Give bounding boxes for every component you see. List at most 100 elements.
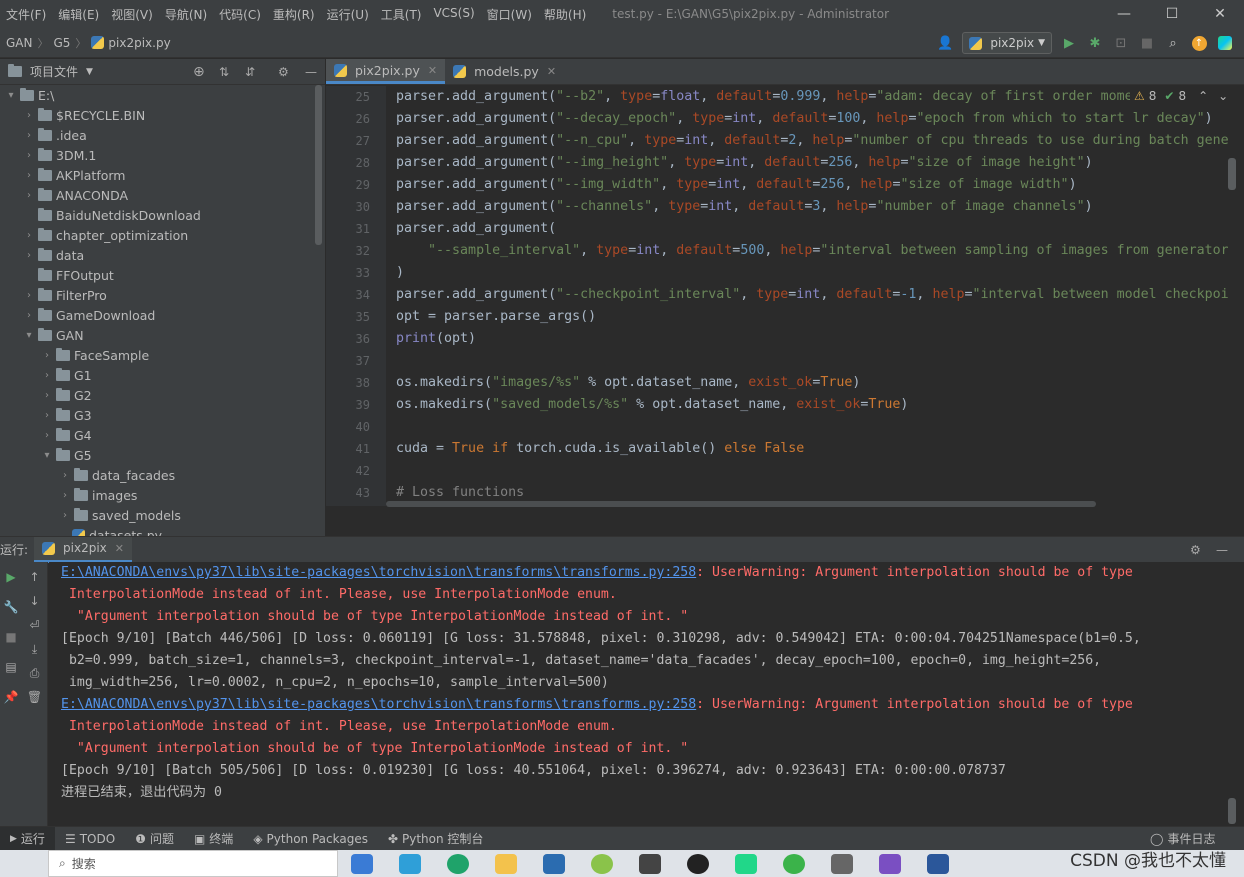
tree-item[interactable]: › G2 bbox=[0, 385, 325, 405]
run-console-output[interactable]: E:\ANACONDA\envs\py37\lib\site-packages\… bbox=[49, 562, 1229, 826]
chevron-down-icon[interactable]: ▾ bbox=[22, 330, 36, 341]
tab-pix2pix[interactable]: pix2pix.py ✕ bbox=[326, 59, 446, 84]
breadcrumb-g5[interactable]: G5 bbox=[53, 36, 70, 50]
code-editor[interactable]: parser.add_argument("--b2", type=float, … bbox=[386, 86, 1228, 506]
hide-icon[interactable]: — bbox=[1216, 543, 1228, 557]
app-icon[interactable] bbox=[639, 853, 661, 874]
rerun-icon[interactable]: ▶ bbox=[0, 562, 22, 592]
menu-item[interactable]: 导航(N) bbox=[159, 6, 213, 23]
tree-item[interactable]: ▾ G5 bbox=[0, 445, 325, 465]
chevron-down-icon[interactable]: ▾ bbox=[4, 90, 18, 101]
chevron-right-icon[interactable]: › bbox=[22, 230, 36, 241]
code-line[interactable]: ) bbox=[396, 262, 1228, 284]
code-line[interactable]: cuda = True if torch.cuda.is_available()… bbox=[396, 438, 1228, 460]
tree-item[interactable]: › AKPlatform bbox=[0, 165, 325, 185]
menu-item[interactable]: 编辑(E) bbox=[52, 6, 105, 23]
tree-item[interactable]: › data bbox=[0, 245, 325, 265]
chevron-right-icon[interactable]: › bbox=[22, 170, 36, 181]
coverage-icon[interactable]: ⊡ bbox=[1112, 34, 1130, 52]
app-icon[interactable] bbox=[831, 853, 853, 874]
run-configuration-select[interactable]: pix2pix ▼ bbox=[962, 32, 1052, 54]
tree-item[interactable]: › FilterPro bbox=[0, 285, 325, 305]
expand-all-icon[interactable]: ⇅ bbox=[219, 65, 229, 79]
minimize-button[interactable]: — bbox=[1100, 0, 1148, 28]
scroll-to-end-icon[interactable]: ⤓ bbox=[26, 640, 44, 658]
chevron-right-icon[interactable]: › bbox=[40, 370, 54, 381]
menu-item[interactable]: 运行(U) bbox=[321, 6, 375, 23]
arrow-down-icon[interactable]: ↓ bbox=[26, 592, 44, 610]
code-line[interactable]: parser.add_argument("--channels", type=i… bbox=[396, 196, 1228, 218]
edge-icon[interactable] bbox=[447, 853, 469, 874]
inspection-widget[interactable]: ⚠ 8 ✔ 8 ⌃ ⌄ bbox=[1130, 89, 1233, 103]
chevron-right-icon[interactable]: › bbox=[22, 310, 36, 321]
tree-item[interactable]: › GameDownload bbox=[0, 305, 325, 325]
code-line[interactable]: parser.add_argument("--img_width", type=… bbox=[396, 174, 1228, 196]
console-scrollbar[interactable] bbox=[1228, 798, 1236, 824]
chevron-down-icon[interactable]: ⌄ bbox=[1218, 89, 1228, 103]
tree-item[interactable]: › .idea bbox=[0, 125, 325, 145]
trash-icon[interactable]: 🗑 bbox=[26, 688, 44, 706]
tree-item[interactable]: › saved_models bbox=[0, 505, 325, 525]
collapse-all-icon[interactable]: ⇵ bbox=[245, 65, 255, 79]
code-line[interactable] bbox=[396, 460, 1228, 482]
project-panel-title[interactable]: 项目文件 bbox=[30, 63, 78, 80]
code-line[interactable]: os.makedirs("saved_models/%s" % opt.data… bbox=[396, 394, 1228, 416]
word-icon[interactable] bbox=[927, 853, 949, 874]
user-icon[interactable]: 👤 bbox=[936, 34, 954, 52]
run-tab-pix2pix[interactable]: pix2pix ✕ bbox=[34, 536, 133, 563]
chevron-right-icon[interactable]: › bbox=[22, 110, 36, 121]
arrow-up-icon[interactable]: ↑ bbox=[26, 568, 44, 586]
tree-item[interactable]: ▾ GAN bbox=[0, 325, 325, 345]
code-line[interactable]: opt = parser.parse_args() bbox=[396, 306, 1228, 328]
locate-icon[interactable]: ⊕ bbox=[193, 64, 205, 80]
code-line[interactable]: "--sample_interval", type=int, default=5… bbox=[396, 240, 1228, 262]
tree-item[interactable]: › FaceSample bbox=[0, 345, 325, 365]
tool-terminal[interactable]: ▣ 终端 bbox=[184, 827, 243, 851]
tree-item[interactable]: › data_facades bbox=[0, 465, 325, 485]
chevron-down-icon[interactable]: ▾ bbox=[40, 450, 54, 461]
code-line[interactable] bbox=[396, 416, 1228, 438]
chevron-right-icon[interactable]: › bbox=[40, 430, 54, 441]
jetbrains-icon[interactable] bbox=[1216, 34, 1234, 52]
tree-item[interactable]: BaiduNetdiskDownload bbox=[0, 205, 325, 225]
tool-python-packages[interactable]: ◈ Python Packages bbox=[243, 827, 378, 851]
tree-item[interactable]: › 3DM.1 bbox=[0, 145, 325, 165]
tree-item[interactable]: › $RECYCLE.BIN bbox=[0, 105, 325, 125]
breadcrumb-gan[interactable]: GAN bbox=[6, 36, 32, 50]
taskbar-search[interactable]: ⌕ 搜索 bbox=[48, 850, 338, 877]
code-line[interactable]: os.makedirs("images/%s" % opt.dataset_na… bbox=[396, 372, 1228, 394]
stop-icon[interactable]: ■ bbox=[0, 622, 22, 652]
code-line[interactable] bbox=[396, 350, 1228, 372]
close-icon[interactable]: ✕ bbox=[115, 542, 124, 555]
menu-item[interactable]: 重构(R) bbox=[267, 6, 321, 23]
menu-item[interactable]: 窗口(W) bbox=[481, 6, 538, 23]
menu-item[interactable]: 工具(T) bbox=[375, 6, 428, 23]
wechat-icon[interactable] bbox=[783, 853, 805, 874]
run-icon[interactable]: ▶ bbox=[1060, 34, 1078, 52]
hide-icon[interactable]: — bbox=[305, 65, 317, 79]
maximize-button[interactable]: ☐ bbox=[1148, 0, 1196, 28]
code-line[interactable]: parser.add_argument("--b2", type=float, … bbox=[396, 86, 1228, 108]
chevron-right-icon[interactable]: › bbox=[58, 470, 72, 481]
code-line[interactable]: parser.add_argument("--img_height", type… bbox=[396, 152, 1228, 174]
soft-wrap-icon[interactable]: ⏎ bbox=[26, 616, 44, 634]
update-icon[interactable]: ↑ bbox=[1190, 34, 1208, 52]
tree-item[interactable]: › ANACONDA bbox=[0, 185, 325, 205]
print-icon[interactable]: ⎙ bbox=[26, 664, 44, 682]
tab-models[interactable]: models.py ✕ bbox=[445, 59, 564, 84]
editor-horizontal-scrollbar[interactable] bbox=[386, 501, 1096, 507]
close-button[interactable]: ✕ bbox=[1196, 0, 1244, 28]
layout-icon[interactable]: ▤ bbox=[0, 652, 22, 682]
qq-icon[interactable] bbox=[687, 853, 709, 874]
chevron-up-icon[interactable]: ⌃ bbox=[1198, 89, 1208, 103]
chevron-right-icon[interactable]: › bbox=[40, 410, 54, 421]
tool-run[interactable]: ▶ 运行 bbox=[0, 826, 55, 851]
chevron-right-icon[interactable]: › bbox=[22, 190, 36, 201]
menu-item[interactable]: 代码(C) bbox=[213, 6, 267, 23]
menu-item[interactable]: 帮助(H) bbox=[538, 6, 592, 23]
chevron-right-icon[interactable]: › bbox=[58, 510, 72, 521]
tool-python-console[interactable]: ✤ Python 控制台 bbox=[378, 827, 493, 851]
chevron-right-icon[interactable]: › bbox=[40, 390, 54, 401]
menu-item[interactable]: 视图(V) bbox=[105, 6, 159, 23]
close-icon[interactable]: ✕ bbox=[547, 65, 556, 78]
